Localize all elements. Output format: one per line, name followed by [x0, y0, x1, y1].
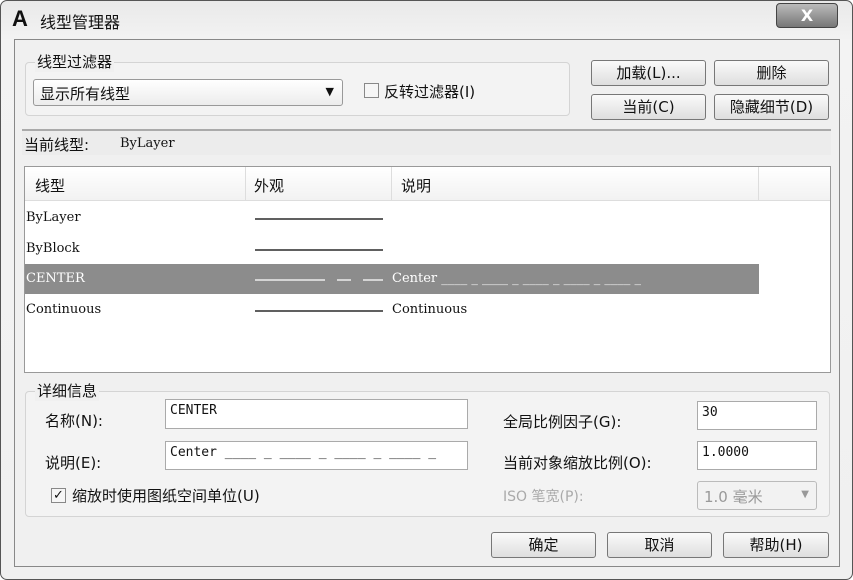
- iso-pen-width-value: 1.0 毫米: [704, 488, 763, 506]
- details-group-label: 详细信息: [35, 380, 100, 401]
- current-linetype-label: 当前线型:: [24, 136, 90, 154]
- autocad-logo-icon: A: [12, 6, 28, 31]
- object-scale-label: 当前对象缩放比例(O):: [503, 454, 652, 472]
- list-row-bylayer[interactable]: ByLayer: [25, 203, 830, 233]
- name-label: 名称(N):: [45, 412, 103, 430]
- global-scale-field[interactable]: 30: [697, 401, 817, 430]
- linetype-name: Continuous: [26, 302, 102, 317]
- iso-pen-width-label: ISO 笔宽(P):: [503, 489, 584, 505]
- linetype-name: ByBlock: [26, 241, 80, 256]
- column-header-description[interactable]: 说明: [401, 175, 431, 196]
- filter-dropdown-value: 显示所有线型: [40, 85, 131, 103]
- object-scale-field[interactable]: 1.0000: [697, 441, 817, 470]
- filter-dropdown[interactable]: 显示所有线型 ▼: [33, 79, 343, 106]
- chevron-down-icon: ▼: [325, 85, 334, 98]
- list-row-continuous[interactable]: Continuous Continuous: [25, 295, 830, 325]
- hide-details-button[interactable]: 隐藏细节(D): [714, 94, 829, 120]
- chevron-down-icon: ▼: [801, 489, 809, 500]
- linetype-name: ByLayer: [26, 210, 81, 225]
- close-button[interactable]: X: [776, 3, 838, 28]
- list-row-byblock[interactable]: ByBlock: [25, 234, 830, 264]
- list-header: 线型 外观 说明: [25, 167, 830, 201]
- cancel-button[interactable]: 取消: [607, 532, 712, 558]
- description-field[interactable]: Center ____ _ ____ _ ____ _ ____ _: [165, 441, 468, 470]
- solid-line-appearance: [255, 218, 383, 220]
- global-scale-label: 全局比例因子(G):: [503, 413, 622, 431]
- delete-button[interactable]: 删除: [714, 60, 829, 86]
- filter-group-label: 线型过滤器: [35, 51, 115, 72]
- paper-space-units-label: 缩放时使用图纸空间单位(U): [72, 487, 260, 505]
- current-linetype-bar: 当前线型: ByLayer: [22, 129, 831, 155]
- solid-line-appearance: [255, 310, 383, 312]
- current-linetype-value: ByLayer: [120, 136, 175, 151]
- invert-filter-label: 反转过滤器(I): [384, 83, 476, 101]
- help-button[interactable]: 帮助(H): [723, 532, 829, 558]
- name-field[interactable]: CENTER: [165, 399, 468, 429]
- solid-line-appearance: [255, 249, 383, 251]
- iso-pen-width-dropdown[interactable]: 1.0 毫米 ▼: [697, 481, 817, 510]
- center-line-appearance: [255, 279, 383, 281]
- invert-filter-checkbox[interactable]: [364, 83, 379, 98]
- list-row-center[interactable]: CENTER Center ____ _ ____ _ ____ _ ____ …: [25, 264, 759, 294]
- linetype-description: Center ____ _ ____ _ ____ _ ____ _ ____ …: [392, 271, 641, 286]
- linetype-description: Continuous: [392, 302, 468, 317]
- column-header-appearance[interactable]: 外观: [254, 175, 284, 196]
- current-button[interactable]: 当前(C): [591, 94, 706, 120]
- dialog-title: 线型管理器: [40, 13, 121, 32]
- ok-button[interactable]: 确定: [491, 532, 596, 558]
- paper-space-units-checkbox[interactable]: ✓: [51, 488, 66, 503]
- load-button[interactable]: 加载(L)...: [591, 60, 706, 86]
- description-label: 说明(E):: [45, 454, 102, 472]
- linetype-list[interactable]: 线型 外观 说明 ByLayer ByBlock CENTER Center _…: [24, 166, 831, 373]
- linetype-name: CENTER: [26, 271, 85, 286]
- column-header-linetype[interactable]: 线型: [35, 175, 65, 196]
